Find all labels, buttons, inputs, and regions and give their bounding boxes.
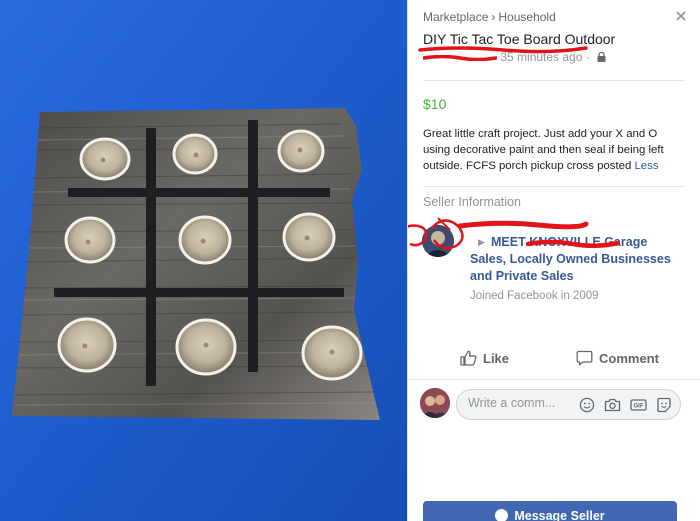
messenger-icon [495, 509, 509, 521]
lock-icon [597, 52, 606, 62]
listing-details-panel: Marketplace › Household DIY Tic Tac Toe Bo… [407, 0, 700, 521]
joined-date: Joined Facebook in 2009 [470, 290, 599, 302]
listing-price: $10 [423, 96, 447, 112]
action-bar: Like Comment [408, 340, 700, 380]
divider [423, 186, 685, 187]
close-icon[interactable] [676, 9, 686, 24]
speech-bubble-icon [576, 350, 593, 366]
comment-input[interactable] [468, 396, 563, 410]
thumbs-up-icon [460, 350, 477, 366]
posted-time: 35 minutes ago [500, 50, 583, 64]
listing-photo[interactable] [0, 0, 407, 521]
gif-icon[interactable]: GIF [630, 397, 647, 413]
listing-description: Great little craft project. Just add you… [423, 126, 685, 174]
posted-info: 35 minutes ago · [423, 50, 606, 64]
group-name-redaction [526, 239, 620, 248]
description-text: Great little craft project. Just add you… [423, 128, 664, 172]
comment-box: GIF [456, 389, 681, 420]
divider [423, 80, 685, 81]
tic-tac-toe-board-image [0, 0, 407, 521]
like-label: Like [483, 350, 510, 366]
comment-tools: GIF [579, 397, 672, 413]
breadcrumb-separator: › [491, 10, 496, 24]
posted-name-redaction [423, 54, 497, 61]
message-seller-button[interactable]: Message Seller [423, 501, 677, 521]
like-button[interactable]: Like [460, 350, 509, 366]
comment-button[interactable]: Comment [576, 350, 659, 366]
breadcrumb: Marketplace › Household [423, 10, 556, 24]
less-link[interactable]: Less [634, 160, 658, 172]
smiley-icon[interactable] [579, 397, 595, 413]
user-avatar[interactable] [420, 388, 450, 418]
breadcrumb-marketplace[interactable]: Marketplace [423, 10, 488, 24]
comment-label: Comment [599, 350, 659, 366]
sticker-icon[interactable] [656, 397, 672, 413]
message-seller-label: Message Seller [514, 509, 605, 521]
camera-icon[interactable] [604, 397, 621, 413]
seller-information-heading: Seller Information [423, 195, 521, 209]
posted-separator: · [585, 50, 590, 64]
breadcrumb-household[interactable]: Household [498, 10, 555, 24]
svg-text:GIF: GIF [634, 404, 644, 410]
